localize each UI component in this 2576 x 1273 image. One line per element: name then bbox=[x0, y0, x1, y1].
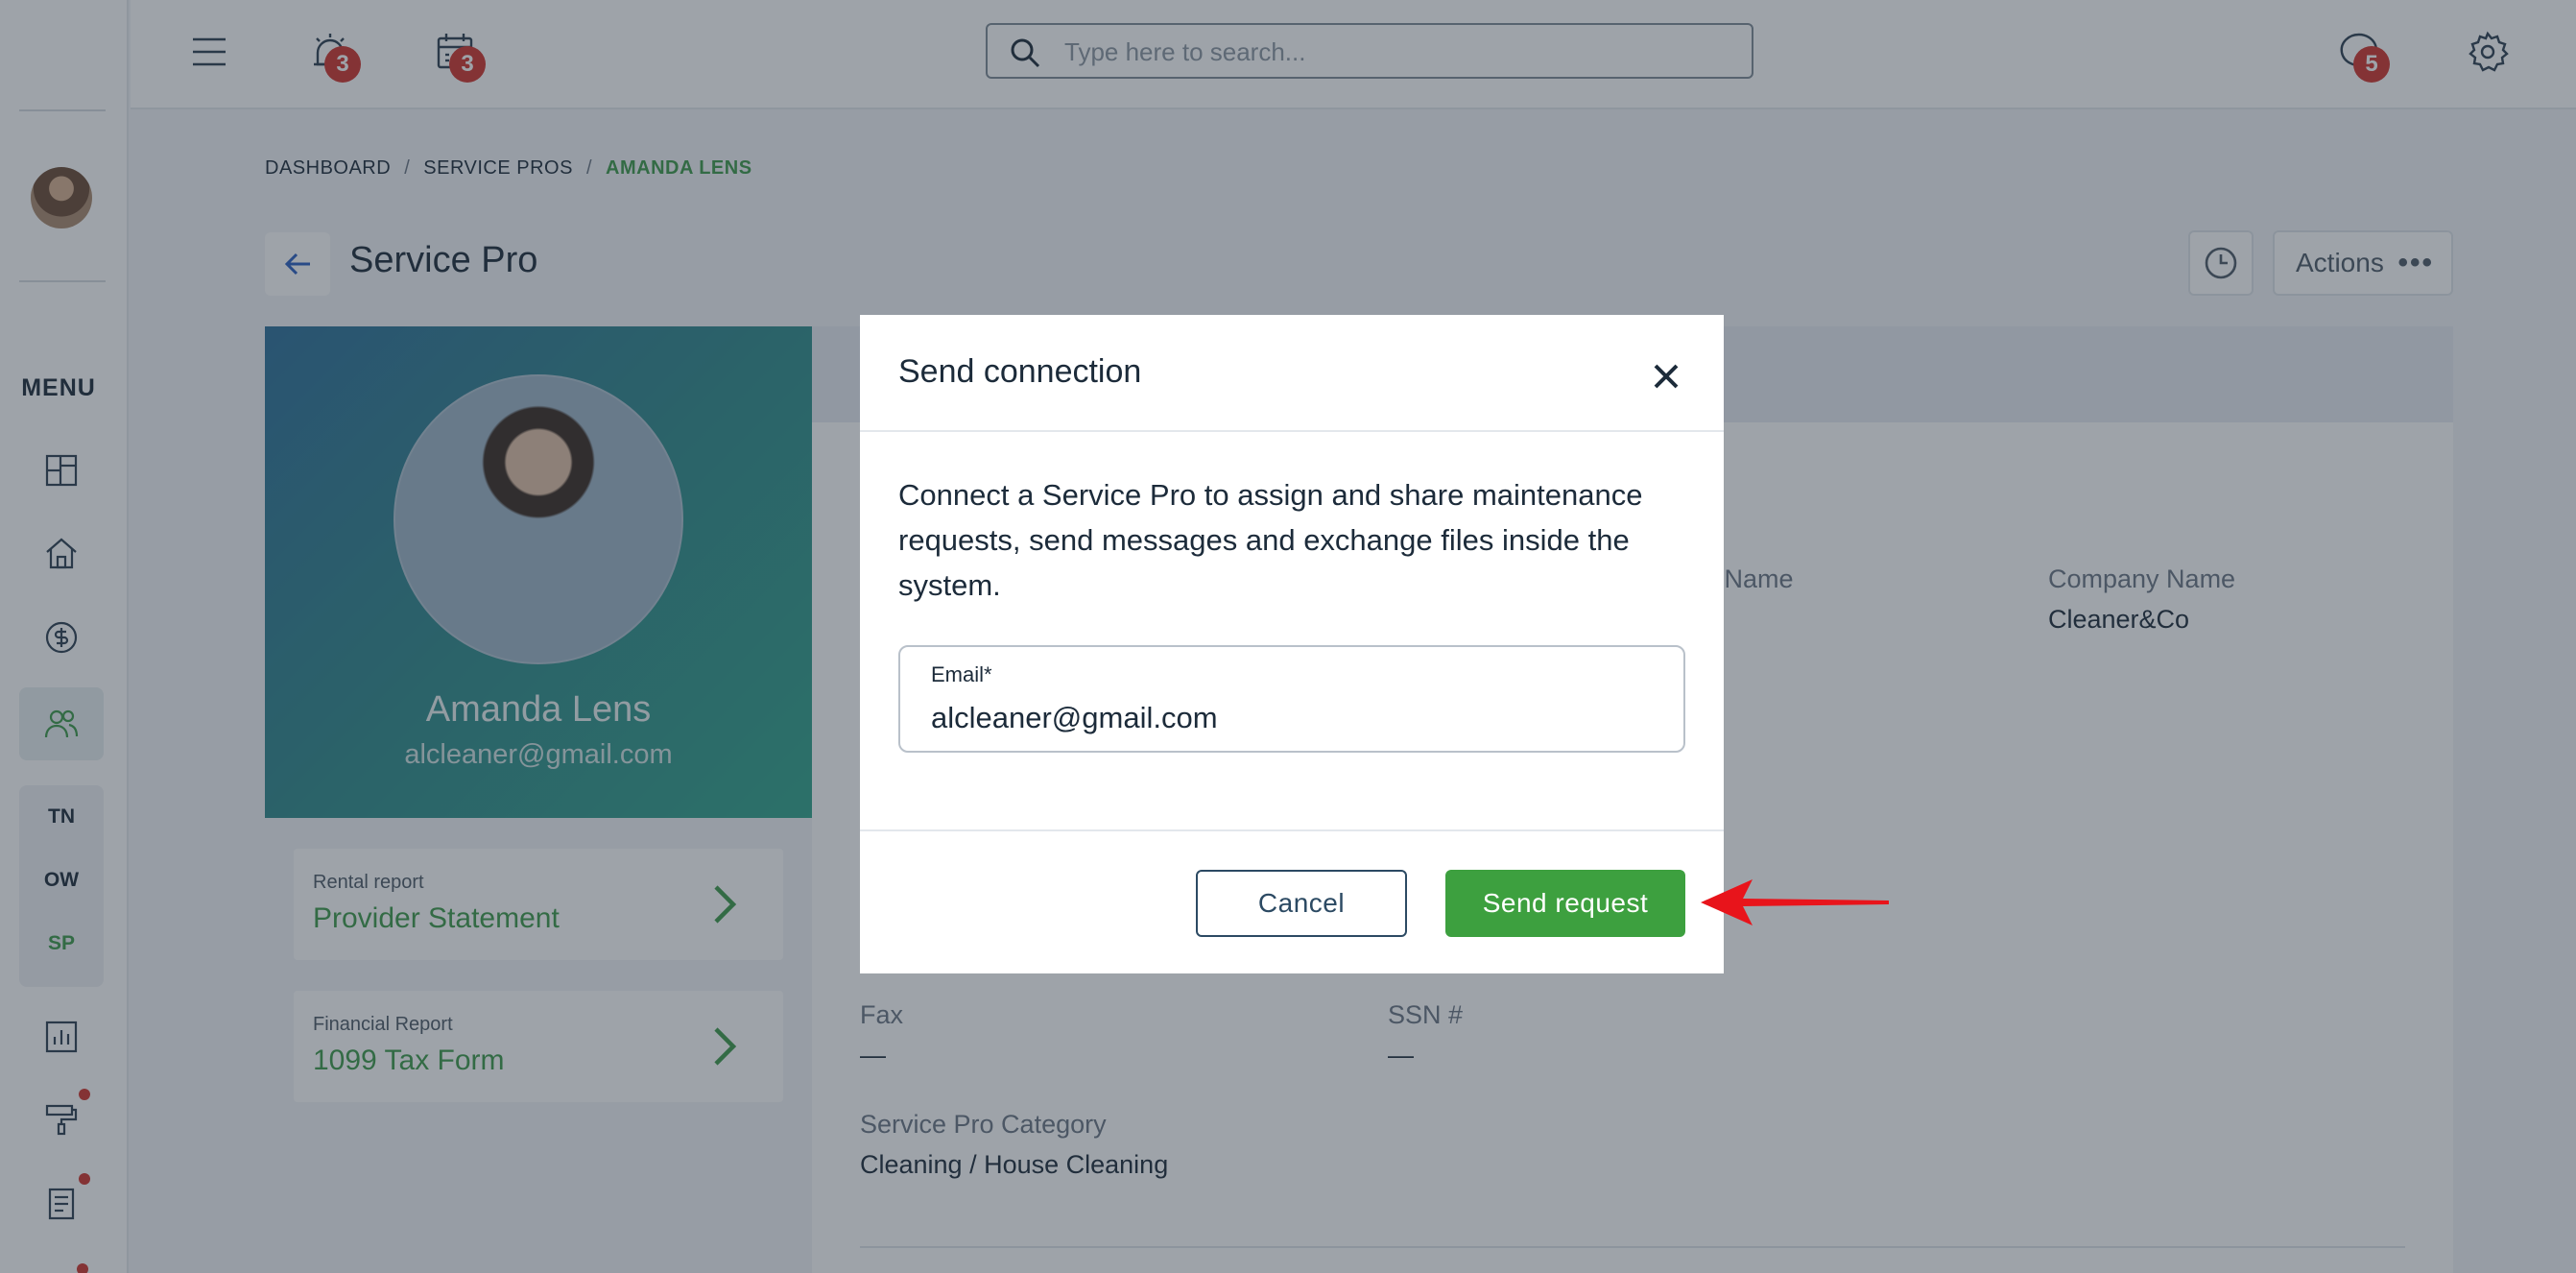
close-button[interactable] bbox=[1645, 355, 1687, 397]
send-request-button[interactable]: Send request bbox=[1445, 870, 1685, 937]
close-icon bbox=[1654, 364, 1679, 389]
annotation-arrow-icon bbox=[1701, 879, 1889, 925]
email-label: Email* bbox=[931, 662, 992, 686]
modal-description: Connect a Service Pro to assign and shar… bbox=[898, 478, 1643, 602]
send-connection-modal: Send connection Connect a Service Pro to… bbox=[860, 315, 1724, 973]
modal-title: Send connection bbox=[898, 353, 1142, 390]
email-input[interactable] bbox=[931, 697, 1660, 739]
cancel-button[interactable]: Cancel bbox=[1196, 870, 1407, 937]
email-field: Email* bbox=[898, 645, 1685, 753]
modal-divider bbox=[860, 430, 1724, 432]
modal-divider bbox=[860, 829, 1724, 831]
